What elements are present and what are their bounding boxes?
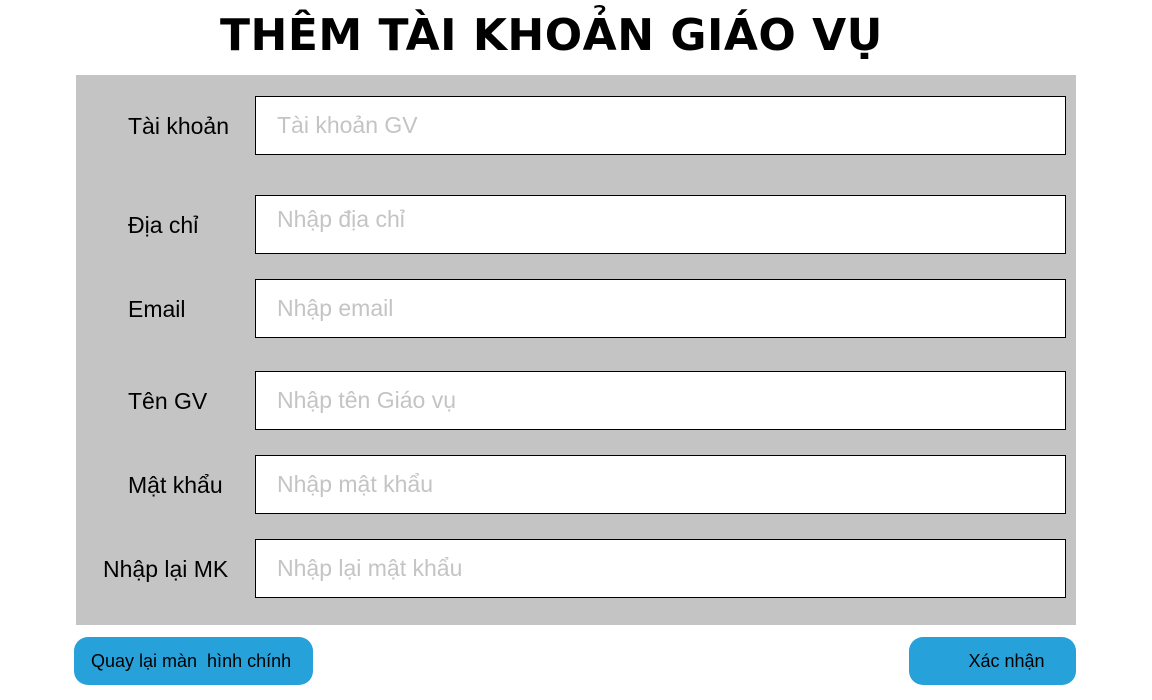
page-title: THÊM TÀI KHOẢN GIÁO VỤ bbox=[220, 10, 883, 61]
email-input[interactable] bbox=[255, 279, 1066, 338]
confirm-button[interactable]: Xác nhận bbox=[909, 637, 1076, 685]
email-label: Email bbox=[128, 296, 186, 322]
password-input[interactable] bbox=[255, 455, 1066, 514]
account-form: Tài khoản Địa chỉ Email Tên GV Mật khẩu … bbox=[76, 75, 1076, 625]
address-label: Địa chỉ bbox=[128, 212, 199, 238]
address-input[interactable] bbox=[255, 195, 1066, 254]
name-label: Tên GV bbox=[128, 388, 208, 414]
confirm-password-label: Nhập lại MK bbox=[103, 556, 229, 582]
back-to-main-button[interactable]: Quay lại màn hình chính bbox=[74, 637, 313, 685]
account-label: Tài khoản bbox=[128, 113, 230, 139]
name-input[interactable] bbox=[255, 371, 1066, 430]
confirm-password-input[interactable] bbox=[255, 539, 1066, 598]
password-label: Mật khẩu bbox=[128, 472, 223, 498]
account-input[interactable] bbox=[255, 96, 1066, 155]
add-admin-account-page: THÊM TÀI KHOẢN GIÁO VỤ Tài khoản Địa chỉ… bbox=[0, 0, 1152, 700]
